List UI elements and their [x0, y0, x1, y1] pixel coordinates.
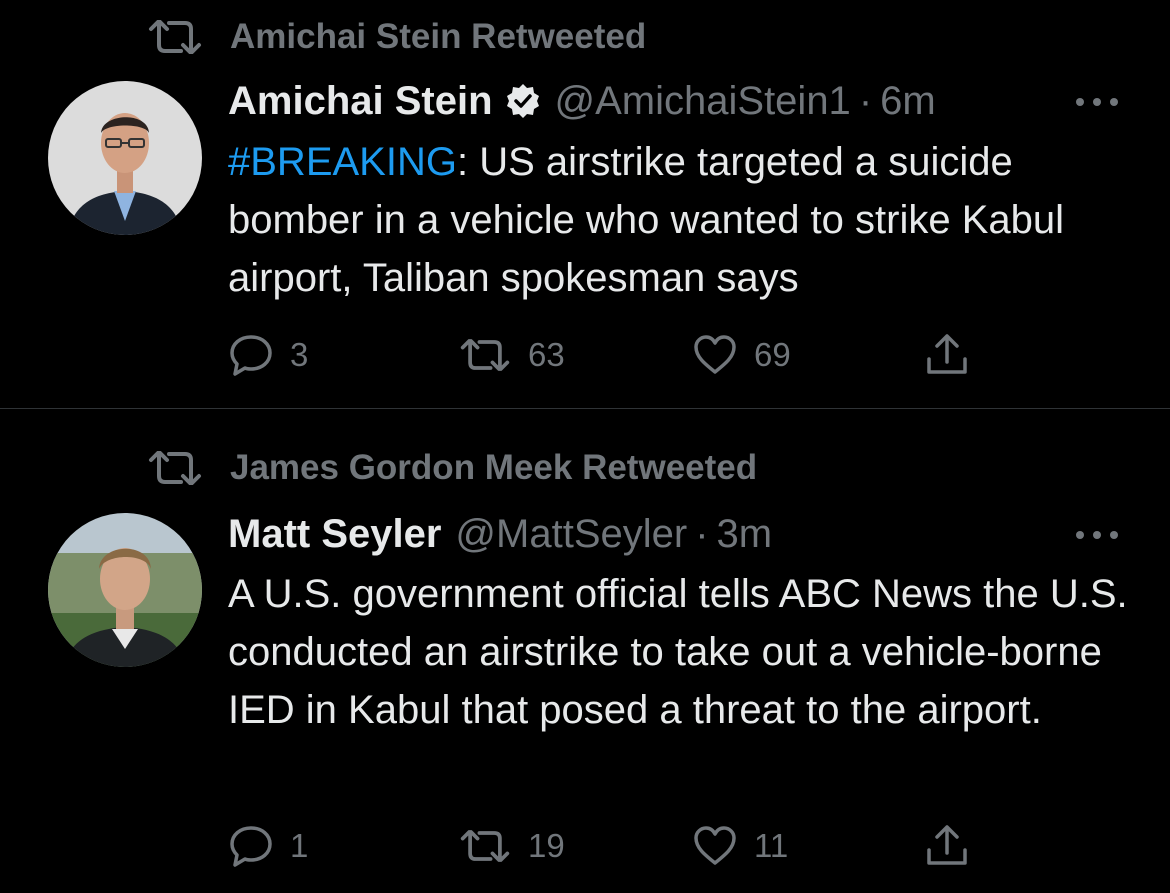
- separator-dot: ·: [695, 511, 709, 556]
- like-button[interactable]: 11: [692, 821, 788, 871]
- timestamp[interactable]: 6m: [880, 79, 936, 124]
- retweet-count: 19: [528, 827, 565, 864]
- tweet[interactable]: Amichai Stein Retweeted Amichai Stein @A…: [0, 0, 1170, 408]
- reply-count: 3: [290, 336, 309, 373]
- share-button[interactable]: [924, 821, 970, 871]
- like-count: 11: [754, 827, 789, 864]
- retweeted-by-label: Amichai Stein Retweeted: [230, 17, 647, 56]
- retweet-icon: [458, 338, 512, 372]
- tweet-actions: 1 19 11: [228, 821, 988, 871]
- retweet-count: 63: [528, 336, 565, 373]
- more-options-icon[interactable]: [1072, 527, 1122, 543]
- author-handle[interactable]: @AmichaiStein1: [555, 79, 851, 124]
- retweeted-by-label: James Gordon Meek Retweeted: [230, 448, 758, 487]
- tweet-text: A U.S. government official tells ABC New…: [228, 572, 1128, 732]
- retweeted-indicator: James Gordon Meek Retweeted: [146, 448, 757, 488]
- retweet-button[interactable]: 19: [458, 821, 565, 871]
- tweet-header: Amichai Stein @AmichaiStein1 · 6m: [228, 75, 936, 127]
- tweet-actions: 3 63 69: [228, 330, 988, 380]
- tweet-header: Matt Seyler @MattSeyler · 3m: [228, 508, 772, 560]
- heart-icon: [692, 332, 738, 378]
- like-button[interactable]: 69: [692, 330, 791, 380]
- reply-button[interactable]: 1: [228, 821, 308, 871]
- separator-dot: ·: [858, 78, 873, 123]
- tweet[interactable]: James Gordon Meek Retweeted Matt Seyler …: [0, 409, 1170, 893]
- author-name[interactable]: Matt Seyler: [228, 512, 441, 557]
- reply-icon: [228, 332, 274, 378]
- reply-icon: [228, 823, 274, 869]
- retweet-icon: [146, 20, 204, 54]
- retweet-icon: [458, 829, 512, 863]
- verified-badge-icon: [506, 84, 539, 118]
- retweet-button[interactable]: 63: [458, 330, 565, 380]
- like-count: 69: [754, 336, 791, 373]
- tweet-text: #BREAKING: US airstrike targeted a suici…: [228, 133, 1148, 307]
- share-button[interactable]: [924, 330, 970, 380]
- timestamp[interactable]: 3m: [717, 512, 773, 557]
- author-name[interactable]: Amichai Stein: [228, 79, 493, 124]
- share-icon: [924, 823, 970, 869]
- author-handle[interactable]: @MattSeyler: [455, 512, 687, 557]
- heart-icon: [692, 823, 738, 869]
- avatar[interactable]: [48, 81, 202, 235]
- retweet-icon: [146, 451, 204, 485]
- retweeted-indicator: Amichai Stein Retweeted: [146, 17, 646, 57]
- more-options-icon[interactable]: [1072, 94, 1122, 110]
- reply-count: 1: [290, 827, 309, 864]
- share-icon: [924, 332, 970, 378]
- hashtag-link[interactable]: #BREAKING: [228, 140, 457, 184]
- reply-button[interactable]: 3: [228, 330, 308, 380]
- avatar[interactable]: [48, 513, 202, 667]
